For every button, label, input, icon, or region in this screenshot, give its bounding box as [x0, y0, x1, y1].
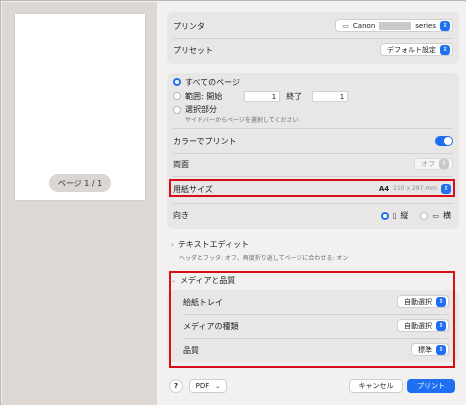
- selection-hint: サイドバーからページを選択してください: [185, 117, 299, 124]
- paper-size-highlight: [169, 179, 455, 197]
- range-start-label: 範囲: 開始: [185, 91, 223, 101]
- help-button[interactable]: ?: [169, 379, 183, 393]
- portrait-label: 縦: [400, 211, 409, 220]
- landscape-radio[interactable]: [420, 211, 429, 220]
- media-quality-highlight: [169, 271, 455, 368]
- range-end-field[interactable]: 1: [312, 90, 349, 102]
- printer-icon: ▭: [342, 21, 349, 30]
- selection-label: 選択部分: [185, 105, 217, 114]
- chevron-down-icon: ⌄: [215, 382, 221, 390]
- duplex-select[interactable]: オフ ⇕: [414, 158, 453, 170]
- pdf-menu-button[interactable]: PDF ⌄: [189, 379, 227, 393]
- print-dialog: ページ 1 / 1 プリンタ ▭ Canon series ⇕ プリセット デフ…: [0, 0, 466, 405]
- pdf-label: PDF: [195, 382, 210, 390]
- text-edit-section[interactable]: › テキストエディット ヘッダとフッタ: オフ、再度折り返してページに合わせる:…: [171, 239, 459, 262]
- color-print-label: カラーでプリント: [173, 136, 237, 146]
- printer-card: プリンタ ▭ Canon series ⇕ プリセット デフォルト設定 ⇕: [167, 12, 459, 64]
- range-start-field[interactable]: 1: [244, 90, 281, 102]
- print-options-card: すべてのページ 範囲: 開始 1 終了 1 選択部分 サイドバーからページを選択…: [167, 73, 459, 229]
- chevron-right-icon: ›: [171, 240, 174, 249]
- settings-pane: プリンタ ▭ Canon series ⇕ プリセット デフォルト設定 ⇕ すべ…: [157, 2, 466, 405]
- all-pages-label: すべてのページ: [185, 77, 240, 87]
- chevron-updown-icon: ⇕: [440, 44, 450, 55]
- duplex-value: オフ: [421, 160, 435, 168]
- preview-pane: ページ 1 / 1: [2, 2, 157, 405]
- selection-radio[interactable]: [173, 105, 181, 114]
- page-indicator: ページ 1 / 1: [49, 174, 111, 192]
- duplex-label: 両面: [173, 159, 189, 169]
- color-print-toggle[interactable]: [435, 136, 453, 146]
- text-edit-title: テキストエディット: [177, 240, 250, 249]
- text-edit-description: ヘッダとフッタ: オフ、再度折り返してページに合わせる: オン: [179, 255, 349, 262]
- chevron-updown-icon: ⇕: [439, 159, 449, 169]
- printer-value: Canon: [352, 21, 376, 30]
- orientation-group: ▯ 縦 ▭ 横: [380, 210, 451, 221]
- print-button[interactable]: プリント: [407, 379, 455, 393]
- landscape-label: 横: [443, 211, 451, 220]
- printer-select[interactable]: ▭ Canon series ⇕: [335, 19, 453, 32]
- all-pages-radio[interactable]: [173, 78, 181, 86]
- printer-model-redacted: [379, 21, 412, 30]
- preset-value: デフォルト設定: [387, 45, 436, 54]
- portrait-icon: ▯: [392, 211, 397, 220]
- cancel-button[interactable]: キャンセル: [349, 379, 403, 393]
- range-radio[interactable]: [173, 92, 181, 100]
- preset-select[interactable]: デフォルト設定 ⇕: [380, 43, 453, 56]
- landscape-icon: ▭: [432, 211, 439, 220]
- portrait-radio[interactable]: [380, 211, 389, 220]
- preset-label: プリセット: [173, 45, 213, 55]
- range-end-label: 終了: [286, 91, 303, 101]
- printer-label: プリンタ: [173, 21, 205, 31]
- printer-series: series: [415, 21, 436, 30]
- orientation-label: 向き: [173, 210, 189, 220]
- page-preview-thumbnail: [15, 14, 145, 200]
- chevron-updown-icon: ⇕: [440, 20, 450, 31]
